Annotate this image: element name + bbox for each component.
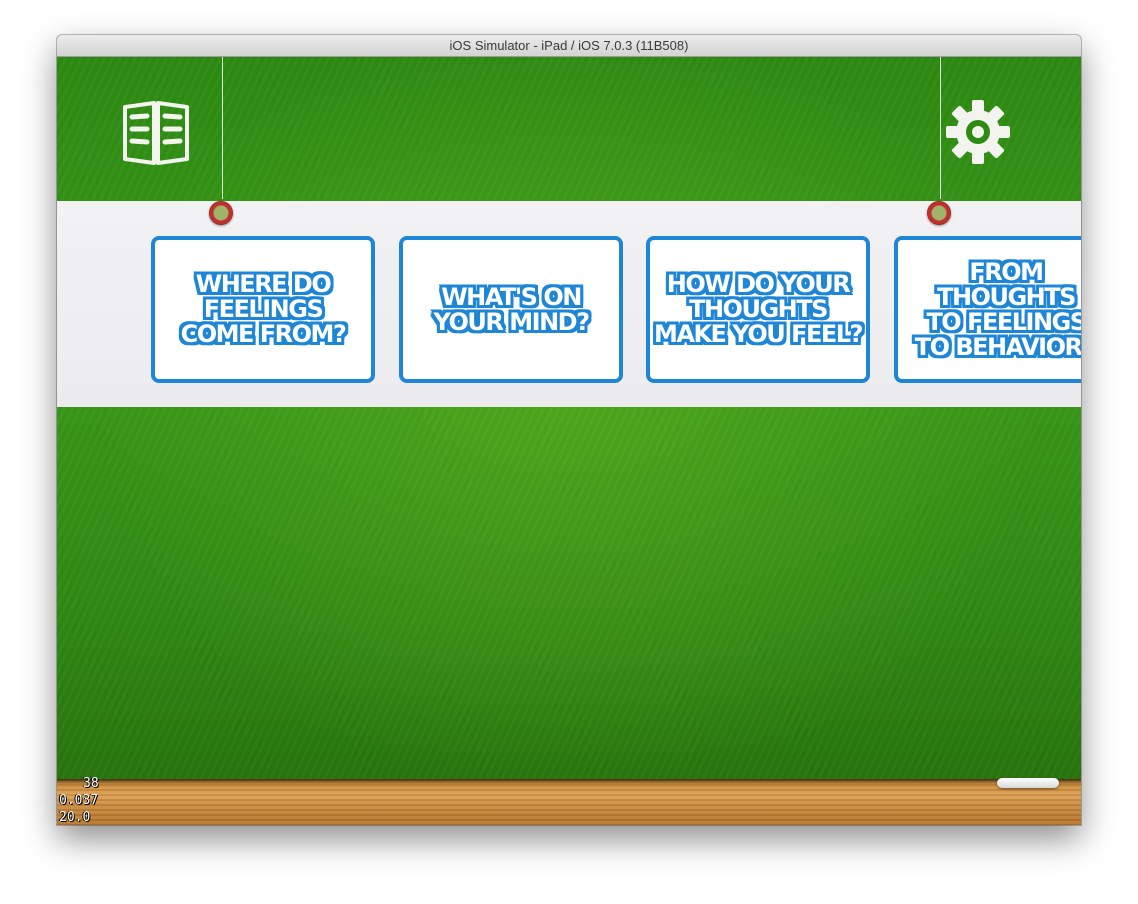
book-icon bbox=[123, 101, 189, 165]
left-hanging-string bbox=[222, 57, 223, 199]
chalkboard-screen: WHERE DO FEELINGS COME FROM? WHAT'S ON Y… bbox=[57, 57, 1081, 825]
topic-card-thoughts[interactable]: HOW DO YOUR THOUGHTS MAKE YOU FEEL? bbox=[646, 236, 870, 383]
left-pin bbox=[209, 201, 233, 225]
debug-stats: 38 0.037 20.0 bbox=[59, 775, 99, 825]
card-label: WHERE DO FEELINGS COME FROM? bbox=[180, 270, 347, 348]
card-label: HOW DO YOUR THOUGHTS MAKE YOU FEEL? bbox=[654, 270, 863, 348]
stats-frame-time: 0.037 bbox=[59, 793, 99, 808]
chalk-piece[interactable] bbox=[997, 778, 1059, 788]
gear-icon bbox=[946, 100, 1010, 164]
settings-button[interactable] bbox=[944, 98, 1012, 170]
topic-card-feelings[interactable]: WHERE DO FEELINGS COME FROM? bbox=[151, 236, 375, 383]
right-hanging-string bbox=[940, 57, 941, 199]
stats-fps: 20.0 bbox=[59, 810, 91, 825]
chalk-tray bbox=[57, 779, 1081, 825]
stats-draw-calls: 38 bbox=[83, 776, 99, 791]
card-label: WHAT'S ON YOUR MIND? bbox=[433, 282, 591, 336]
simulator-window: iOS Simulator - iPad / iOS 7.0.3 (11B508… bbox=[57, 35, 1081, 825]
right-pin bbox=[927, 201, 951, 225]
topic-card-mind[interactable]: WHAT'S ON YOUR MIND? bbox=[399, 236, 623, 383]
book-button[interactable] bbox=[121, 99, 191, 171]
topic-banner[interactable]: WHERE DO FEELINGS COME FROM? WHAT'S ON Y… bbox=[57, 201, 1081, 407]
card-label: FROM THOUGHTS TO FEELINGS TO BEHAVIORS bbox=[914, 257, 1081, 361]
topic-card-behaviors[interactable]: FROM THOUGHTS TO FEELINGS TO BEHAVIORS bbox=[894, 236, 1081, 383]
window-title: iOS Simulator - iPad / iOS 7.0.3 (11B508… bbox=[57, 35, 1081, 57]
